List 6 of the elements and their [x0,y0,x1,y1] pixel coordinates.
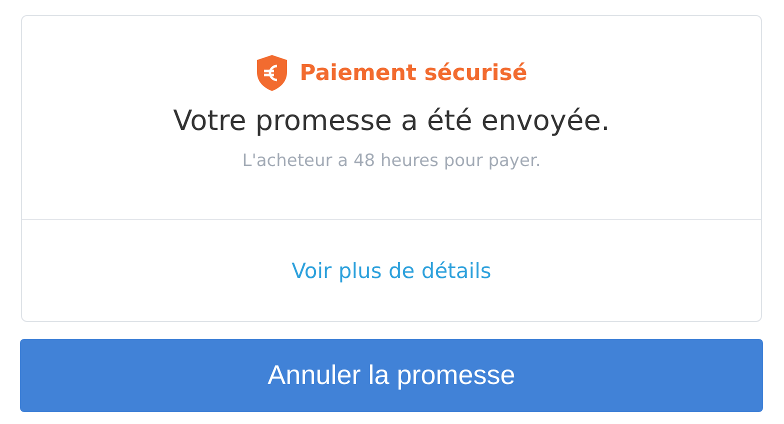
secure-payment-label: Paiement sécurisé [300,60,528,86]
details-link[interactable]: Voir plus de détails [292,259,492,283]
confirmation-title: Votre promesse a été envoyée. [173,104,610,137]
shield-euro-icon [256,54,288,92]
cancel-promise-button[interactable]: Annuler la promesse [20,339,763,412]
payment-deadline-text: L'acheteur a 48 heures pour payer. [242,151,541,171]
